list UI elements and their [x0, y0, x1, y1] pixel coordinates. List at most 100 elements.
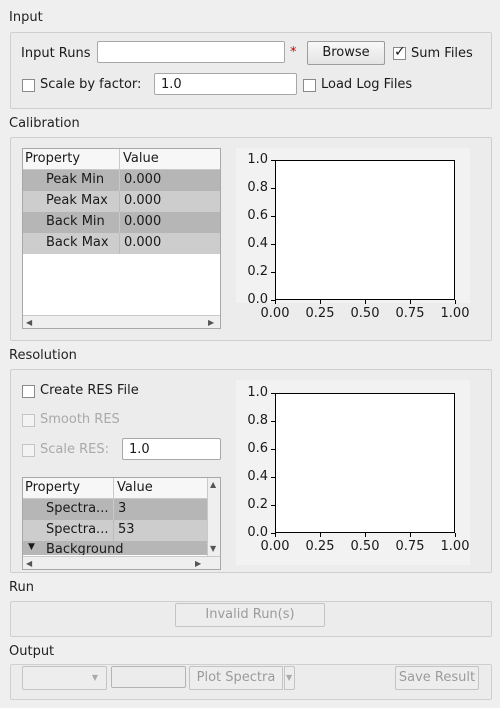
table-row[interactable]: Peak Max 0.000 — [23, 191, 220, 212]
expand-triangle-icon[interactable]: ▼ — [28, 542, 35, 552]
horizontal-scrollbar[interactable]: ◀ ▶ — [23, 556, 220, 569]
scale-by-factor-checkbox[interactable] — [22, 79, 35, 92]
x-tick-mark — [319, 533, 321, 537]
y-tick-mark — [271, 448, 275, 450]
x-tick-mark — [364, 300, 366, 304]
y-tick-label: 0.4 — [247, 236, 268, 251]
value-column-header[interactable]: Value — [117, 480, 153, 495]
y-tick-mark — [271, 243, 275, 245]
x-tick-mark — [409, 300, 411, 304]
column-divider — [119, 170, 120, 191]
table-row[interactable]: Back Min 0.000 — [23, 212, 220, 233]
y-tick-label: 0.8 — [247, 180, 268, 195]
column-divider — [113, 499, 114, 520]
calibration-group: Property Value Peak Min 0.000 Peak Max 0… — [10, 137, 492, 341]
x-tick-label: 1.00 — [440, 539, 470, 554]
y-tick-label: 0.0 — [247, 525, 268, 540]
property-column-header[interactable]: Property — [25, 151, 80, 166]
table-row[interactable]: ▼ Background — [23, 541, 207, 555]
output-group: ▼ Plot Spectra ▼ Save Result — [10, 664, 492, 700]
value-cell[interactable]: 0.000 — [124, 193, 161, 208]
run-section-title: Run — [9, 580, 34, 595]
value-cell[interactable]: 0.000 — [124, 235, 161, 250]
scroll-right-icon[interactable]: ▶ — [208, 316, 214, 328]
y-tick-mark — [271, 215, 275, 217]
create-res-file-label: Create RES File — [40, 383, 139, 398]
load-log-files-checkbox[interactable] — [303, 79, 316, 92]
table-header: Property Value — [23, 149, 220, 170]
chevron-down-icon: ▼ — [91, 673, 98, 682]
table-row[interactable]: Spectra... 3 — [23, 499, 207, 520]
column-divider — [113, 478, 114, 498]
scroll-right-icon[interactable]: ▶ — [195, 557, 201, 569]
resolution-property-table[interactable]: Property Value Spectra... 3 Spectra... 5… — [22, 477, 221, 570]
save-result-button[interactable]: Save Result — [395, 666, 479, 690]
y-tick-mark — [271, 159, 275, 161]
y-tick-label: 1.0 — [247, 385, 268, 400]
x-tick-mark — [409, 533, 411, 537]
resolution-group: Create RES File Smooth RES Scale RES: 1.… — [10, 369, 492, 573]
scale-res-checkbox[interactable] — [22, 444, 35, 457]
scale-by-factor-label: Scale by factor: — [40, 77, 142, 92]
plot-area — [275, 393, 455, 533]
required-marker: * — [290, 45, 297, 60]
scale-factor-field[interactable]: 1.0 — [154, 73, 297, 95]
input-group: Input Runs * Browse ✓ Sum Files Scale by… — [10, 32, 492, 109]
x-tick-label: 0.25 — [305, 306, 335, 321]
y-tick-label: 0.6 — [247, 208, 268, 223]
output-spectra-field[interactable] — [111, 666, 186, 688]
horizontal-scrollbar[interactable]: ◀ ▶ — [23, 315, 220, 328]
x-tick-mark — [364, 533, 366, 537]
resolution-plot: 0.0 0.2 0.4 0.6 0.8 1.0 0.00 0.25 0.50 0.75 1.00 — [236, 380, 470, 565]
property-cell: Spectra... — [46, 522, 109, 537]
sum-files-checkbox[interactable]: ✓ — [393, 44, 406, 60]
input-runs-field[interactable] — [97, 41, 285, 63]
scroll-left-icon[interactable]: ◀ — [26, 316, 32, 328]
property-cell: Peak Max — [46, 193, 108, 208]
column-divider — [119, 191, 120, 212]
create-res-file-checkbox[interactable] — [22, 385, 35, 398]
y-tick-label: 0.8 — [247, 413, 268, 428]
output-format-dropdown[interactable]: ▼ — [22, 666, 107, 690]
sum-files-label: Sum Files — [411, 46, 473, 61]
y-tick-label: 0.0 — [247, 292, 268, 307]
y-tick-mark — [271, 504, 275, 506]
vertical-scrollbar[interactable]: ▲ ▼ — [207, 478, 220, 556]
x-tick-label: 1.00 — [440, 306, 470, 321]
smooth-res-label: Smooth RES — [40, 412, 120, 427]
y-tick-mark — [271, 476, 275, 478]
run-group: Invalid Run(s) — [10, 601, 492, 637]
run-button[interactable]: Invalid Run(s) — [175, 603, 325, 627]
plot-spectra-button[interactable]: Plot Spectra — [189, 666, 283, 690]
x-tick-label: 0.75 — [395, 306, 425, 321]
x-tick-mark — [319, 300, 321, 304]
value-column-header[interactable]: Value — [123, 151, 159, 166]
load-log-files-label: Load Log Files — [321, 77, 413, 92]
value-cell[interactable]: 0.000 — [124, 214, 161, 229]
calibration-property-table[interactable]: Property Value Peak Min 0.000 Peak Max 0… — [22, 148, 221, 329]
scroll-left-icon[interactable]: ◀ — [26, 557, 32, 569]
table-row[interactable]: Back Max 0.000 — [23, 233, 220, 254]
smooth-res-checkbox[interactable] — [22, 414, 35, 427]
y-tick-mark — [271, 271, 275, 273]
plot-spectra-menu-button[interactable]: ▼ — [284, 666, 295, 690]
value-cell[interactable]: 3 — [118, 501, 126, 516]
table-row[interactable]: Spectra... 53 — [23, 520, 207, 541]
value-cell[interactable]: 0.000 — [124, 172, 161, 187]
property-column-header[interactable]: Property — [25, 480, 80, 495]
scroll-down-icon[interactable]: ▼ — [210, 542, 216, 555]
y-tick-label: 0.4 — [247, 469, 268, 484]
input-section-title: Input — [9, 10, 43, 25]
output-section-title: Output — [9, 644, 55, 659]
table-row[interactable]: Peak Min 0.000 — [23, 170, 220, 191]
value-cell[interactable]: 53 — [118, 522, 135, 537]
x-tick-label: 0.50 — [350, 539, 380, 554]
scale-res-field[interactable]: 1.0 — [122, 438, 221, 460]
property-cell: Spectra... — [46, 501, 109, 516]
column-divider — [119, 149, 120, 169]
table-header: Property Value — [23, 478, 207, 499]
scroll-up-icon[interactable]: ▲ — [210, 478, 216, 491]
y-tick-mark — [271, 187, 275, 189]
browse-button[interactable]: Browse — [307, 41, 385, 65]
x-tick-label: 0.00 — [260, 539, 290, 554]
